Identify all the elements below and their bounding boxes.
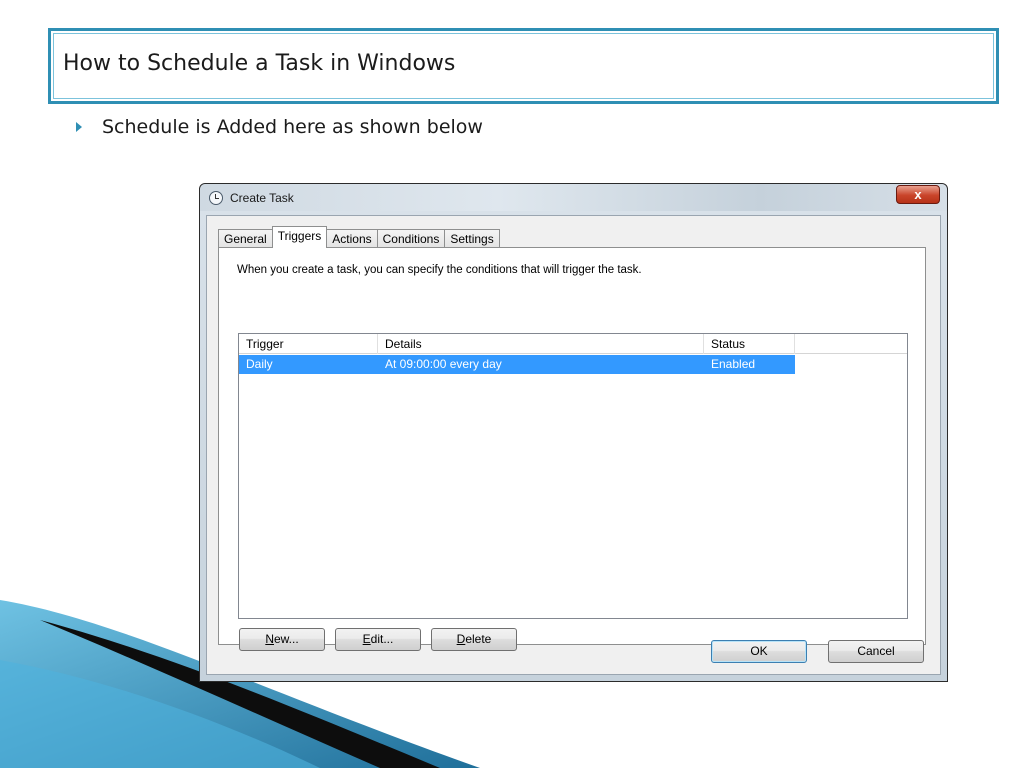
tab-strip: General Triggers Actions Conditions Sett…: [218, 226, 500, 248]
dialog-titlebar[interactable]: Create Task x: [200, 184, 947, 211]
triggers-list[interactable]: Trigger Details Status Daily At 09:00:00…: [238, 333, 908, 619]
create-task-dialog: Create Task x General Triggers Actions C…: [199, 183, 948, 682]
dialog-title: Create Task: [230, 191, 294, 205]
cell-status: Enabled: [711, 357, 756, 371]
column-status[interactable]: Status: [704, 334, 795, 354]
tab-conditions[interactable]: Conditions: [376, 229, 446, 248]
triggers-description: When you create a task, you can specify …: [237, 264, 642, 276]
edit-trigger-button[interactable]: Edit...: [335, 628, 421, 651]
close-icon: x: [914, 187, 922, 202]
new-trigger-button[interactable]: New...: [239, 628, 325, 651]
cancel-button[interactable]: Cancel: [828, 640, 924, 663]
list-header: Trigger Details Status: [239, 334, 907, 354]
delete-label: elete: [465, 632, 492, 646]
tab-general[interactable]: General: [218, 229, 273, 248]
delete-trigger-button[interactable]: Delete: [431, 628, 517, 651]
triggers-panel: When you create a task, you can specify …: [218, 247, 926, 651]
edit-accelerator: E: [362, 632, 371, 646]
new-accelerator: N: [265, 632, 274, 646]
clock-icon: [209, 191, 223, 205]
slide-title: How to Schedule a Task in Windows: [63, 51, 456, 76]
cell-trigger: Daily: [246, 357, 273, 371]
edit-label: dit...: [370, 632, 394, 646]
table-row[interactable]: Daily At 09:00:00 every day Enabled: [239, 355, 795, 374]
slide-title-box: How to Schedule a Task in Windows: [48, 28, 999, 104]
bullet-text: Schedule is Added here as shown below: [102, 116, 483, 138]
ok-button[interactable]: OK: [711, 640, 807, 663]
column-trigger[interactable]: Trigger: [239, 334, 378, 354]
close-button[interactable]: x: [896, 185, 940, 204]
tab-settings[interactable]: Settings: [444, 229, 500, 248]
bullet-item: Schedule is Added here as shown below: [76, 116, 483, 138]
cell-details: At 09:00:00 every day: [385, 357, 502, 371]
dialog-client-area: General Triggers Actions Conditions Sett…: [206, 215, 941, 675]
column-details[interactable]: Details: [378, 334, 704, 354]
bullet-arrow-icon: [76, 122, 82, 132]
tab-actions[interactable]: Actions: [326, 229, 378, 248]
new-label: ew...: [273, 632, 299, 646]
tab-triggers[interactable]: Triggers: [271, 226, 328, 248]
delete-accelerator: D: [456, 632, 466, 646]
